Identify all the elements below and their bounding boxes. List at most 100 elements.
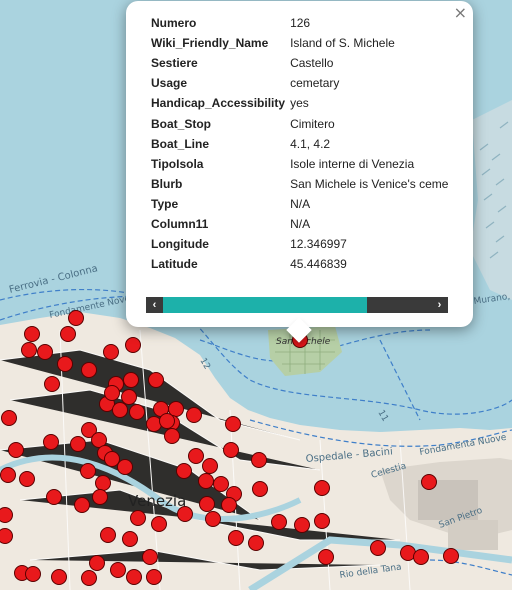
location-marker[interactable]: [100, 527, 116, 543]
location-marker[interactable]: [0, 467, 16, 483]
horizontal-scrollbar[interactable]: ‹ ›: [146, 297, 448, 313]
location-marker[interactable]: [122, 531, 138, 547]
location-marker[interactable]: [80, 463, 96, 479]
location-marker[interactable]: [164, 428, 180, 444]
location-marker[interactable]: [60, 326, 76, 342]
attribute-row: Sestiere Castello: [146, 53, 448, 73]
location-marker[interactable]: [314, 480, 330, 496]
location-marker[interactable]: [37, 344, 53, 360]
location-marker[interactable]: [92, 489, 108, 505]
location-marker[interactable]: [74, 497, 90, 513]
attribute-row: TipoIsola Isole interne di Venezia: [146, 154, 448, 174]
location-marker[interactable]: [57, 356, 73, 372]
location-marker[interactable]: [51, 569, 67, 585]
location-marker[interactable]: [43, 434, 59, 450]
attribute-row: Wiki_Friendly_Name Island of S. Michele: [146, 33, 448, 53]
location-marker[interactable]: [104, 385, 120, 401]
location-marker[interactable]: [176, 463, 192, 479]
attribute-value: San Michele is Venice's cemetary: [290, 176, 448, 191]
location-marker[interactable]: [123, 372, 139, 388]
location-marker[interactable]: [21, 342, 37, 358]
location-marker[interactable]: [24, 326, 40, 342]
location-marker[interactable]: [421, 474, 437, 490]
attribute-value: N/A: [290, 196, 311, 211]
location-marker[interactable]: [8, 442, 24, 458]
location-marker[interactable]: [443, 548, 459, 564]
location-marker[interactable]: [142, 549, 158, 565]
location-marker[interactable]: [44, 376, 60, 392]
location-marker[interactable]: [252, 481, 268, 497]
attribute-value: Isole interne di Venezia: [290, 156, 415, 171]
location-marker[interactable]: [221, 497, 237, 513]
attribute-value: N/A: [290, 216, 311, 231]
location-marker[interactable]: [19, 471, 35, 487]
scrollbar-thumb[interactable]: [163, 297, 367, 313]
attribute-row: Boat_Line 4.1, 4.2: [146, 134, 448, 154]
location-marker[interactable]: [103, 344, 119, 360]
location-marker[interactable]: [81, 362, 97, 378]
attribute-row: Handicap_Accessibility yes: [146, 93, 448, 113]
location-marker[interactable]: [104, 451, 120, 467]
location-marker[interactable]: [314, 513, 330, 529]
location-marker[interactable]: [370, 540, 386, 556]
location-marker[interactable]: [151, 516, 167, 532]
attribute-row: Longitude 12.346997: [146, 234, 448, 254]
location-marker[interactable]: [146, 569, 162, 585]
location-marker[interactable]: [68, 310, 84, 326]
location-marker[interactable]: [1, 410, 17, 426]
popup-content[interactable]: Numero 126 Wiki_Friendly_Name Island of S. …: [146, 13, 448, 313]
location-marker[interactable]: [318, 549, 334, 565]
attribute-row: Column11 N/A: [146, 214, 448, 234]
attribute-key: Boat_Stop: [151, 116, 211, 131]
close-icon[interactable]: ×: [454, 5, 467, 21]
location-marker[interactable]: [186, 407, 202, 423]
location-marker[interactable]: [248, 535, 264, 551]
label-venezia: Venezia: [128, 492, 186, 510]
scroll-left-icon[interactable]: ‹: [146, 297, 163, 313]
attribute-value: 126: [290, 16, 311, 31]
location-marker[interactable]: [228, 530, 244, 546]
attribute-row: Type N/A: [146, 194, 448, 214]
location-marker[interactable]: [81, 570, 97, 586]
location-marker[interactable]: [121, 389, 137, 405]
location-marker[interactable]: [46, 489, 62, 505]
location-marker[interactable]: [95, 475, 111, 491]
location-marker[interactable]: [213, 476, 229, 492]
attribute-key: Type: [151, 196, 179, 211]
location-marker[interactable]: [110, 562, 126, 578]
attribute-table: Numero 126 Wiki_Friendly_Name Island of S. …: [146, 13, 448, 274]
location-marker[interactable]: [148, 372, 164, 388]
location-marker[interactable]: [251, 452, 267, 468]
location-marker[interactable]: [0, 507, 13, 523]
location-marker[interactable]: [202, 458, 218, 474]
location-marker[interactable]: [225, 416, 241, 432]
location-marker[interactable]: [146, 416, 162, 432]
location-marker[interactable]: [188, 448, 204, 464]
location-marker[interactable]: [294, 517, 310, 533]
location-marker[interactable]: [177, 506, 193, 522]
location-marker[interactable]: [112, 402, 128, 418]
location-marker[interactable]: [130, 510, 146, 526]
location-marker[interactable]: [271, 514, 287, 530]
location-marker[interactable]: [126, 569, 142, 585]
location-marker[interactable]: [70, 436, 86, 452]
location-marker[interactable]: [223, 442, 239, 458]
attribute-key: TipoIsola: [151, 156, 204, 171]
attribute-key: Usage: [151, 76, 188, 91]
location-marker[interactable]: [159, 413, 175, 429]
location-marker[interactable]: [89, 555, 105, 571]
location-marker[interactable]: [199, 496, 215, 512]
attribute-value: 45.446839: [290, 257, 347, 272]
location-marker[interactable]: [413, 549, 429, 565]
location-marker[interactable]: [25, 566, 41, 582]
location-marker[interactable]: [117, 459, 133, 475]
location-marker[interactable]: [198, 473, 214, 489]
attribute-value: 4.1, 4.2: [290, 136, 331, 151]
location-marker[interactable]: [0, 528, 13, 544]
attribute-value: Island of S. Michele: [290, 36, 395, 51]
attribute-key: Handicap_Accessibility: [151, 96, 286, 111]
location-marker[interactable]: [125, 337, 141, 353]
scroll-right-icon[interactable]: ›: [431, 297, 448, 313]
location-marker[interactable]: [129, 404, 145, 420]
location-marker[interactable]: [205, 511, 221, 527]
